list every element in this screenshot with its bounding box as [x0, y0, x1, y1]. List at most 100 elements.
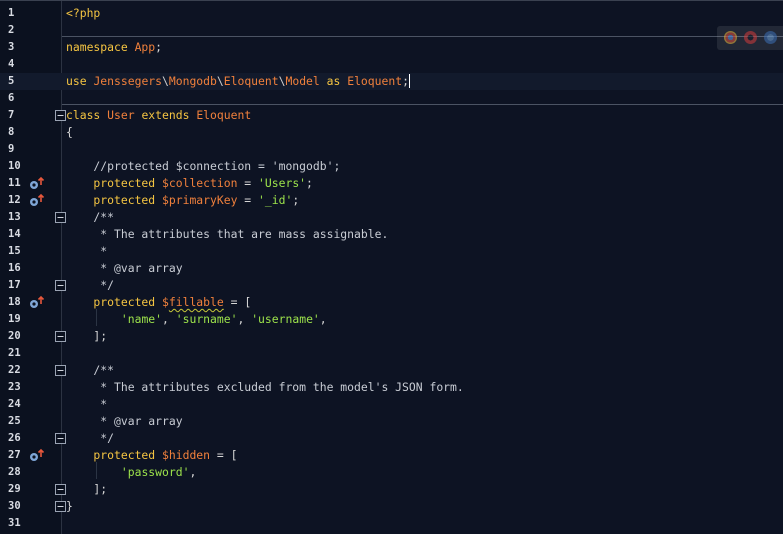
code-token: App — [134, 40, 156, 54]
code-line[interactable]: 29 ]; — [0, 481, 783, 498]
code-token: ; — [155, 40, 163, 54]
code-text[interactable]: protected $fillable = [ — [66, 294, 251, 311]
code-line[interactable]: 17 */ — [0, 277, 783, 294]
code-line[interactable]: 11 protected $collection = 'Users'; — [0, 175, 783, 192]
code-token: Model — [285, 74, 320, 88]
code-line[interactable]: 30} — [0, 498, 783, 515]
code-line[interactable]: 4 — [0, 56, 783, 73]
code-text[interactable]: * — [66, 396, 107, 413]
code-line[interactable]: 28 'password', — [0, 464, 783, 481]
code-line[interactable]: 8{ — [0, 124, 783, 141]
fold-toggle-icon[interactable] — [55, 501, 66, 512]
code-text[interactable]: ]; — [66, 328, 107, 345]
code-line[interactable]: 21 — [0, 345, 783, 362]
code-text[interactable]: protected $collection = 'Users'; — [66, 175, 312, 192]
code-token: 'Users' — [258, 176, 307, 190]
code-line[interactable]: 5 use Jenssegers\Mongodb\Eloquent\Model a… — [0, 73, 783, 90]
code-line[interactable]: 27 protected $hidden = [ — [0, 447, 783, 464]
code-line[interactable]: 26 */ — [0, 430, 783, 447]
code-text[interactable]: * The attributes excluded from the model… — [66, 379, 463, 396]
code-editor[interactable]: 1 <?php 2 3 namespace App; 4 5 use Jenssegers\M… — [0, 0, 783, 534]
code-line[interactable]: 16 * @var array — [0, 260, 783, 277]
code-line[interactable]: 7 class User extends Eloquent — [0, 107, 783, 124]
chrome-icon[interactable] — [724, 31, 737, 44]
line-number: 5 — [8, 75, 15, 87]
code-text[interactable]: */ — [66, 430, 114, 447]
code-text[interactable]: class User extends Eloquent — [66, 107, 251, 124]
code-line[interactable]: 1 <?php — [0, 5, 783, 22]
code-token: * @var array — [66, 261, 183, 275]
code-line[interactable]: 31 — [0, 515, 783, 532]
opera-icon[interactable] — [744, 31, 757, 44]
override-marker-icon[interactable] — [29, 176, 45, 191]
code-line[interactable]: 25 * @var array — [0, 413, 783, 430]
override-marker-icon[interactable] — [29, 193, 45, 208]
code-line[interactable]: 9 — [0, 141, 783, 158]
code-token: ; — [292, 193, 300, 207]
code-line[interactable]: 24 * — [0, 396, 783, 413]
code-text[interactable]: */ — [66, 277, 114, 294]
override-marker-icon[interactable] — [29, 448, 45, 463]
code-text[interactable]: } — [66, 498, 73, 515]
code-token: 'username' — [251, 312, 320, 326]
code-line[interactable]: 23 * The attributes excluded from the mo… — [0, 379, 783, 396]
code-line[interactable]: 14 * The attributes that are mass assign… — [0, 226, 783, 243]
override-marker-icon[interactable] — [29, 295, 45, 310]
code-token: protected — [66, 193, 163, 207]
code-text[interactable]: * — [66, 243, 107, 260]
line-number: 20 — [8, 330, 21, 342]
code-text[interactable]: protected $primaryKey = '_id'; — [66, 192, 299, 209]
code-text[interactable]: namespace App; — [66, 39, 162, 56]
code-text[interactable]: <?php — [66, 5, 100, 22]
line-number: 8 — [8, 126, 15, 138]
code-line[interactable]: 10 //protected $connection = 'mongodb'; — [0, 158, 783, 175]
code-token: ; — [402, 74, 409, 88]
code-text[interactable]: /** — [66, 362, 114, 379]
code-text[interactable]: //protected $connection = 'mongodb'; — [66, 158, 340, 175]
line-number: 21 — [8, 347, 21, 359]
code-line[interactable]: 13 /** — [0, 209, 783, 226]
fold-toggle-icon[interactable] — [55, 331, 66, 342]
code-text[interactable]: * @var array — [66, 413, 182, 430]
open-in-browser-toolbar[interactable] — [717, 26, 783, 50]
code-text[interactable]: use Jenssegers\Mongodb\Eloquent\Model as… — [66, 73, 410, 90]
fold-toggle-icon[interactable] — [55, 280, 66, 291]
code-text[interactable]: 'name', 'surname', 'username', — [66, 311, 327, 328]
code-token: use — [66, 74, 94, 88]
fold-toggle-icon[interactable] — [55, 484, 66, 495]
code-line[interactable]: 3 namespace App; — [0, 39, 783, 56]
code-line[interactable]: 12 protected $primaryKey = '_id'; — [0, 192, 783, 209]
code-text[interactable]: * The attributes that are mass assignabl… — [66, 226, 388, 243]
code-line[interactable]: 18 protected $fillable = [ — [0, 294, 783, 311]
code-token: $ — [162, 295, 169, 309]
code-line[interactable]: 20 ]; — [0, 328, 783, 345]
code-token: fillable — [168, 295, 224, 309]
code-line[interactable]: 19 'name', 'surname', 'username', — [0, 311, 783, 328]
code-token: * — [66, 397, 108, 411]
fold-toggle-icon[interactable] — [55, 110, 66, 121]
code-token: = [ — [223, 295, 252, 309]
code-token: $hidden — [162, 448, 211, 462]
browser-icon[interactable] — [764, 31, 777, 44]
code-token: = — [237, 193, 259, 207]
code-text[interactable]: 'password', — [66, 464, 196, 481]
code-line[interactable]: 15 * — [0, 243, 783, 260]
code-text[interactable]: { — [66, 124, 73, 141]
fold-toggle-icon[interactable] — [55, 433, 66, 444]
code-token: '_id' — [258, 193, 293, 207]
line-number: 23 — [8, 381, 21, 393]
code-token: protected — [66, 448, 163, 462]
code-token: as — [319, 74, 348, 88]
fold-toggle-icon[interactable] — [55, 212, 66, 223]
code-text[interactable]: * @var array — [66, 260, 183, 277]
line-number: 4 — [8, 58, 15, 70]
line-number: 30 — [8, 500, 21, 512]
code-text[interactable]: ]; — [66, 481, 107, 498]
code-token: , — [162, 312, 176, 326]
code-text[interactable]: /** — [66, 209, 114, 226]
code-line[interactable]: 22 /** — [0, 362, 783, 379]
fold-toggle-icon[interactable] — [55, 365, 66, 376]
code-text[interactable]: protected $hidden = [ — [66, 447, 237, 464]
